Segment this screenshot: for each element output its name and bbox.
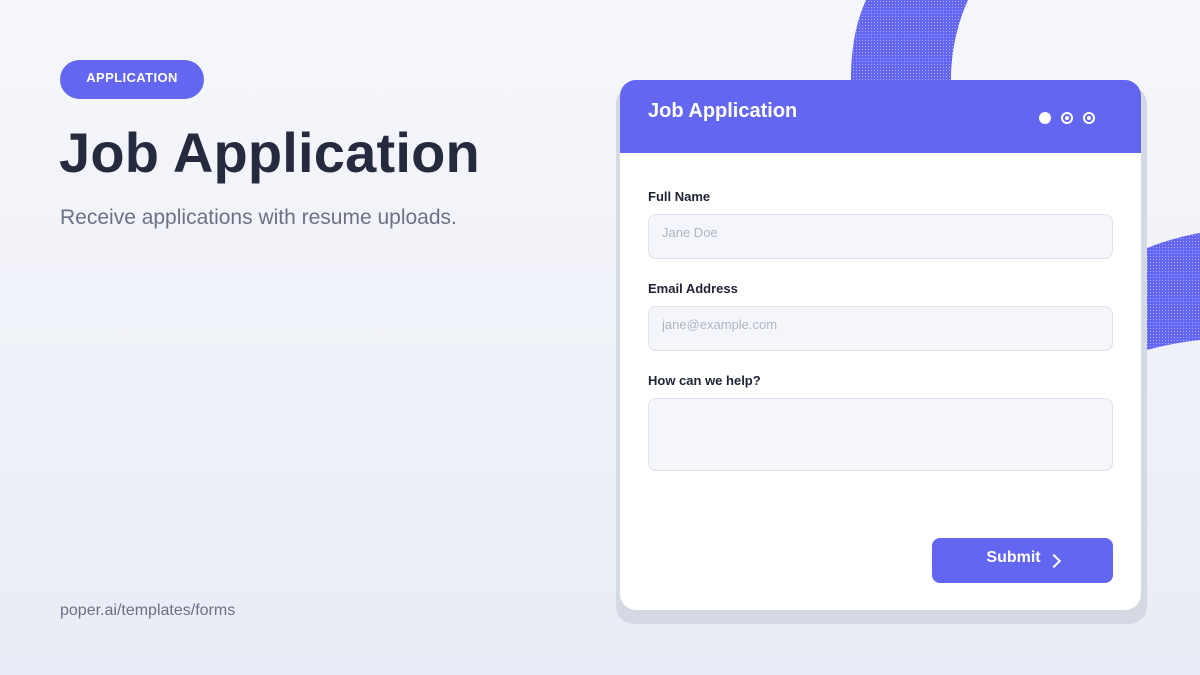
top-dotted-arc-shape [851, 0, 968, 80]
card-title: Job Application [648, 100, 798, 122]
submit-button-label: Submit [986, 549, 1041, 566]
card-header: Job Application [620, 80, 1141, 153]
chevron-right-icon [1046, 553, 1061, 569]
dot-filled-icon [1039, 112, 1051, 124]
full-name-input[interactable] [648, 214, 1113, 259]
job-application-form-card: Job Application Full Name Email Address … [620, 80, 1141, 610]
page-title: Job Application [59, 121, 480, 184]
dot-ring-icon [1061, 112, 1073, 124]
footer-url-link[interactable]: poper.ai/templates/forms [60, 602, 235, 620]
email-address-input[interactable] [648, 306, 1113, 351]
email-address-label: Email Address [648, 281, 738, 296]
window-dots [1039, 112, 1095, 124]
right-dotted-arc-shape [1147, 233, 1200, 350]
page-subtitle: Receive applications with resume uploads… [60, 206, 457, 229]
full-name-label: Full Name [648, 189, 711, 204]
help-message-textarea[interactable] [648, 398, 1113, 471]
dot-ring-icon [1083, 112, 1095, 124]
help-message-label: How can we help? [648, 373, 761, 388]
application-badge: APPLICATION [60, 60, 204, 99]
submit-button[interactable]: Submit [932, 538, 1113, 583]
